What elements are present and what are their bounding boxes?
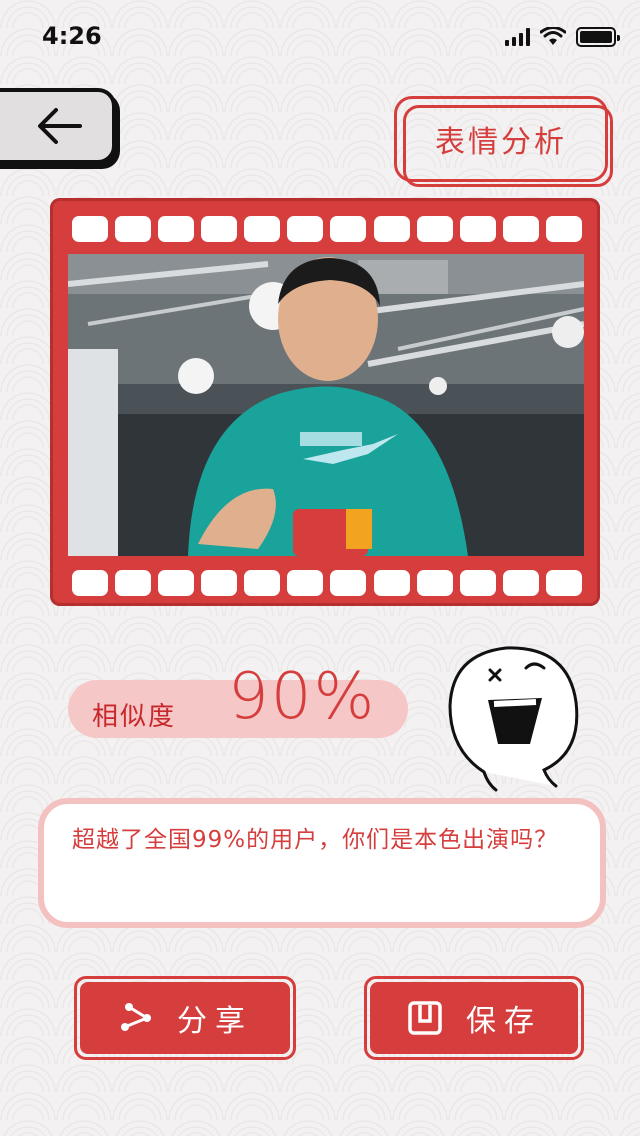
film-sprockets-top (72, 216, 582, 246)
result-message-box (38, 798, 606, 928)
share-icon (121, 1003, 151, 1031)
similarity-label: 相似度 (92, 702, 177, 732)
similarity-value: 90% (228, 660, 377, 734)
film-sprockets-bottom (72, 570, 582, 600)
wifi-icon (540, 27, 566, 45)
save-label: 保存 (466, 1004, 542, 1039)
film-frame (50, 198, 600, 606)
analyzed-photo (68, 254, 584, 556)
save-icon (408, 1001, 442, 1035)
page-title-tag: 表情分析 (394, 96, 613, 187)
status-time: 4:26 (42, 22, 102, 50)
share-button[interactable]: 分享 (74, 976, 296, 1060)
status-icons (505, 26, 620, 48)
signal-icon (505, 28, 530, 46)
result-message: 超越了全国99%的用户，你们是本色出演吗？ (72, 827, 559, 853)
status-bar: 4:26 (0, 0, 640, 72)
page-title: 表情分析 (435, 125, 567, 160)
save-button[interactable]: 保存 (364, 976, 584, 1060)
back-button[interactable] (0, 88, 116, 164)
laughing-mascot-icon (448, 646, 579, 792)
share-label: 分享 (177, 1004, 253, 1039)
arrow-left-icon (38, 108, 82, 144)
battery-icon (576, 27, 620, 47)
photo-illustration (68, 254, 584, 556)
